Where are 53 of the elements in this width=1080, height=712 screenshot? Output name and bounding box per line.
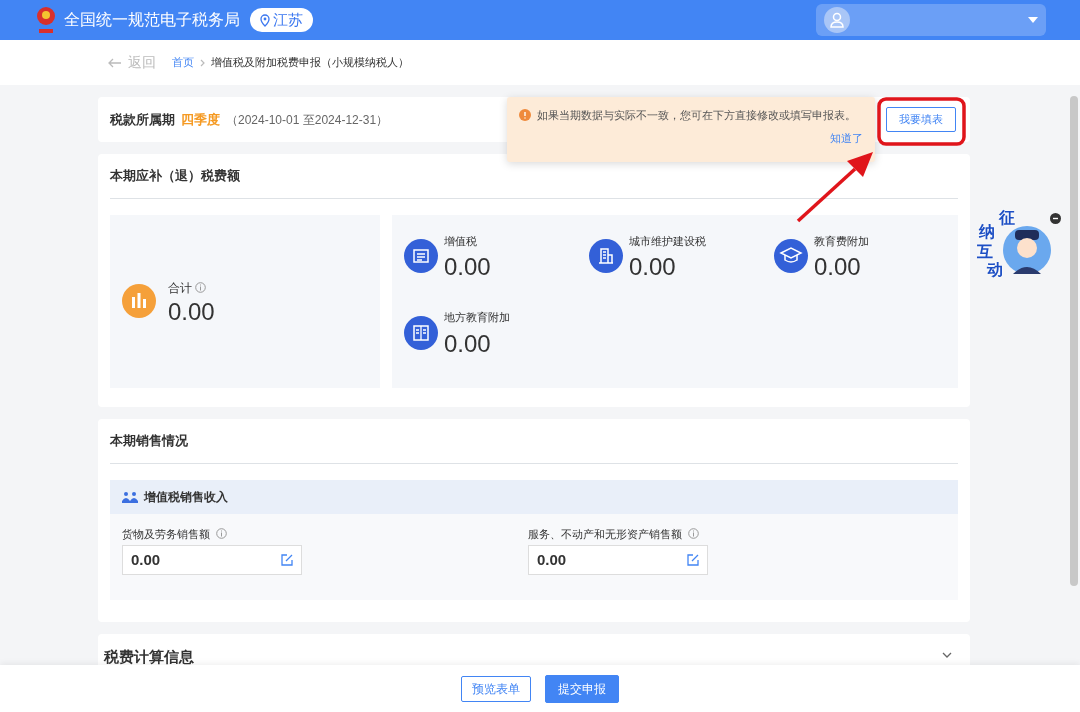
breadcrumb-separator-icon <box>200 58 205 67</box>
minimize-icon[interactable] <box>1050 213 1061 224</box>
amount-field[interactable]: 0.00 <box>528 545 708 575</box>
building-icon <box>589 239 623 273</box>
scrollbar-thumb[interactable] <box>1070 96 1078 586</box>
total-label: 合计 <box>168 279 192 297</box>
tax-value: 0.00 <box>629 255 677 279</box>
graduation-cap-icon <box>774 239 808 273</box>
back-arrow-icon <box>108 57 122 68</box>
warning-icon <box>519 109 531 122</box>
chevron-down-icon[interactable] <box>942 652 952 658</box>
book-icon <box>404 315 438 350</box>
total-value: 0.00 <box>168 299 215 324</box>
preview-button[interactable]: 预览表单 <box>461 675 531 702</box>
info-icon <box>688 528 699 540</box>
info-icon <box>216 528 227 540</box>
subsection-title: 增值税销售收入 <box>144 488 228 506</box>
info-icon <box>195 282 206 293</box>
fill-form-button[interactable]: 我要填表 <box>886 107 956 132</box>
site-title: 全国统一规范电子税务局 <box>64 10 240 30</box>
dismiss-link[interactable]: 知道了 <box>830 131 863 144</box>
edit-icon[interactable] <box>281 554 293 566</box>
tax-label: 增值税 <box>444 233 478 249</box>
period-label: 税款所属期 <box>110 110 175 129</box>
location-pin-icon <box>260 13 270 27</box>
field-label: 服务、不动产和无形资产销售额 <box>528 526 682 542</box>
quarter-label: 四季度 <box>181 110 220 129</box>
section-title: 本期销售情况 <box>110 433 188 448</box>
tax-value: 0.00 <box>444 331 492 356</box>
amount-field[interactable]: 0.00 <box>122 545 302 575</box>
edit-icon[interactable] <box>687 554 699 566</box>
region-selector[interactable]: 江苏 <box>250 7 313 33</box>
avatar-icon <box>824 7 850 33</box>
notice-message: 如果当期数据与实际不一致，您可在下方直接修改或填写申报表。 <box>537 108 856 123</box>
field-label: 货物及劳务销售额 <box>122 526 210 542</box>
breadcrumb-link[interactable]: 首页 <box>172 54 194 71</box>
tax-label: 教育费附加 <box>814 233 869 249</box>
emblem-icon <box>34 5 58 35</box>
back-link[interactable]: 返回 <box>108 52 156 73</box>
tax-label: 城市维护建设税 <box>629 233 706 249</box>
period-range: （2024-10-01 至2024-12-31） <box>226 111 389 129</box>
tax-value: 0.00 <box>814 255 862 279</box>
people-icon <box>122 490 138 503</box>
tax-value: 0.00 <box>444 255 491 279</box>
submit-button[interactable]: 提交申报 <box>545 674 619 703</box>
bar-chart-icon <box>122 284 156 318</box>
section-title: 税费计算信息 <box>104 647 194 667</box>
breadcrumb-current: 增值税及附加税费申报（小规模纳税人） <box>211 55 409 71</box>
dropdown-caret-icon <box>1028 17 1038 23</box>
tax-label: 地方教育附加 <box>444 310 510 325</box>
document-icon <box>404 239 438 273</box>
mascot-badge[interactable]: 征 纳 互 动 <box>975 208 1065 285</box>
section-title: 本期应补（退）税费额 <box>110 168 240 183</box>
